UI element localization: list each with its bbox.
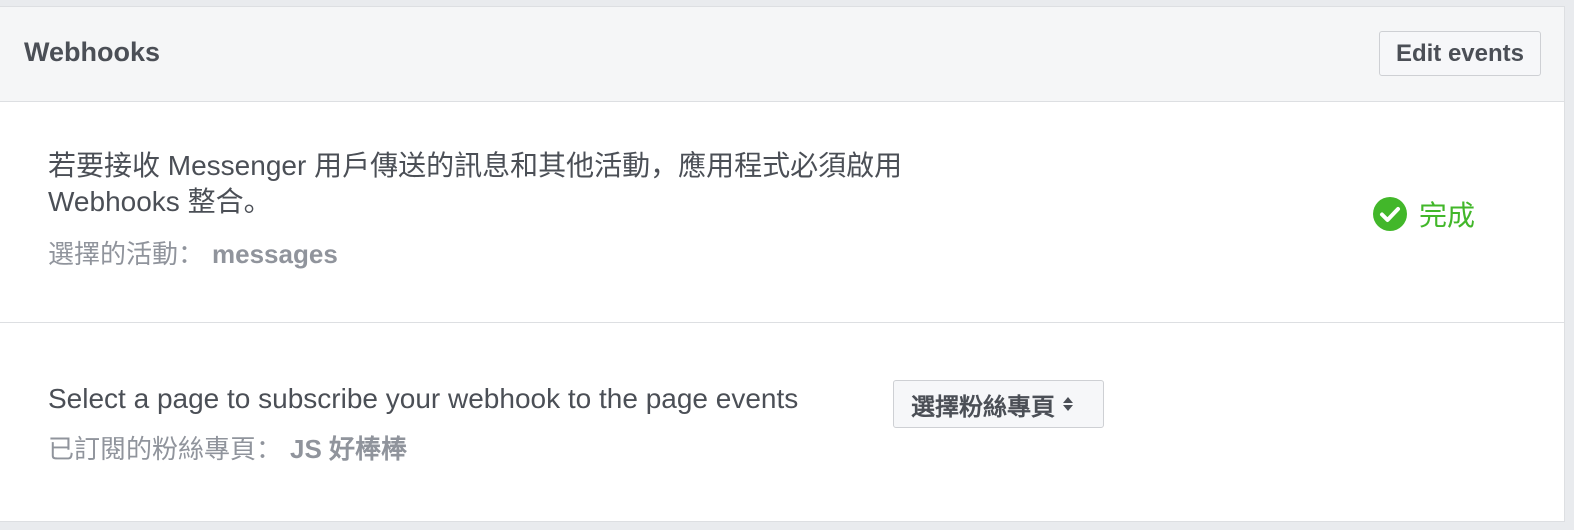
webhooks-panel: Webhooks Edit events 若要接收 Messenger 用戶傳送… — [0, 6, 1565, 522]
selected-events: 選擇的活動： messages — [48, 234, 338, 271]
subscribed-page-value: JS 好棒棒 — [290, 434, 408, 464]
page-subscription-section: Select a page to subscribe your webhook … — [0, 323, 1564, 523]
panel-title: Webhooks — [24, 37, 161, 67]
page-select-dropdown[interactable]: 選擇粉絲專頁 — [893, 380, 1104, 428]
subscribed-page-label: 已訂閱的粉絲專頁： — [48, 434, 283, 464]
completion-status: 完成 — [1373, 194, 1475, 234]
sort-arrows-icon — [1063, 397, 1073, 411]
webhook-setup-section: 若要接收 Messenger 用戶傳送的訊息和其他活動，應用程式必須啟用 Web… — [0, 102, 1564, 323]
page-select-label: 選擇粉絲專頁 — [911, 393, 1055, 421]
check-circle-icon — [1373, 197, 1407, 231]
panel-header: Webhooks Edit events — [0, 7, 1564, 102]
subscribed-page: 已訂閱的粉絲專頁： JS 好棒棒 — [48, 429, 407, 466]
edit-events-button[interactable]: Edit events — [1378, 31, 1541, 76]
selected-events-label: 選擇的活動： — [48, 239, 205, 269]
webhook-description: 若要接收 Messenger 用戶傳送的訊息和其他活動，應用程式必須啟用 Web… — [48, 150, 903, 217]
selected-events-value: messages — [212, 239, 338, 269]
status-label: 完成 — [1419, 200, 1476, 231]
subscribe-instruction: Select a page to subscribe your webhook … — [48, 383, 799, 414]
